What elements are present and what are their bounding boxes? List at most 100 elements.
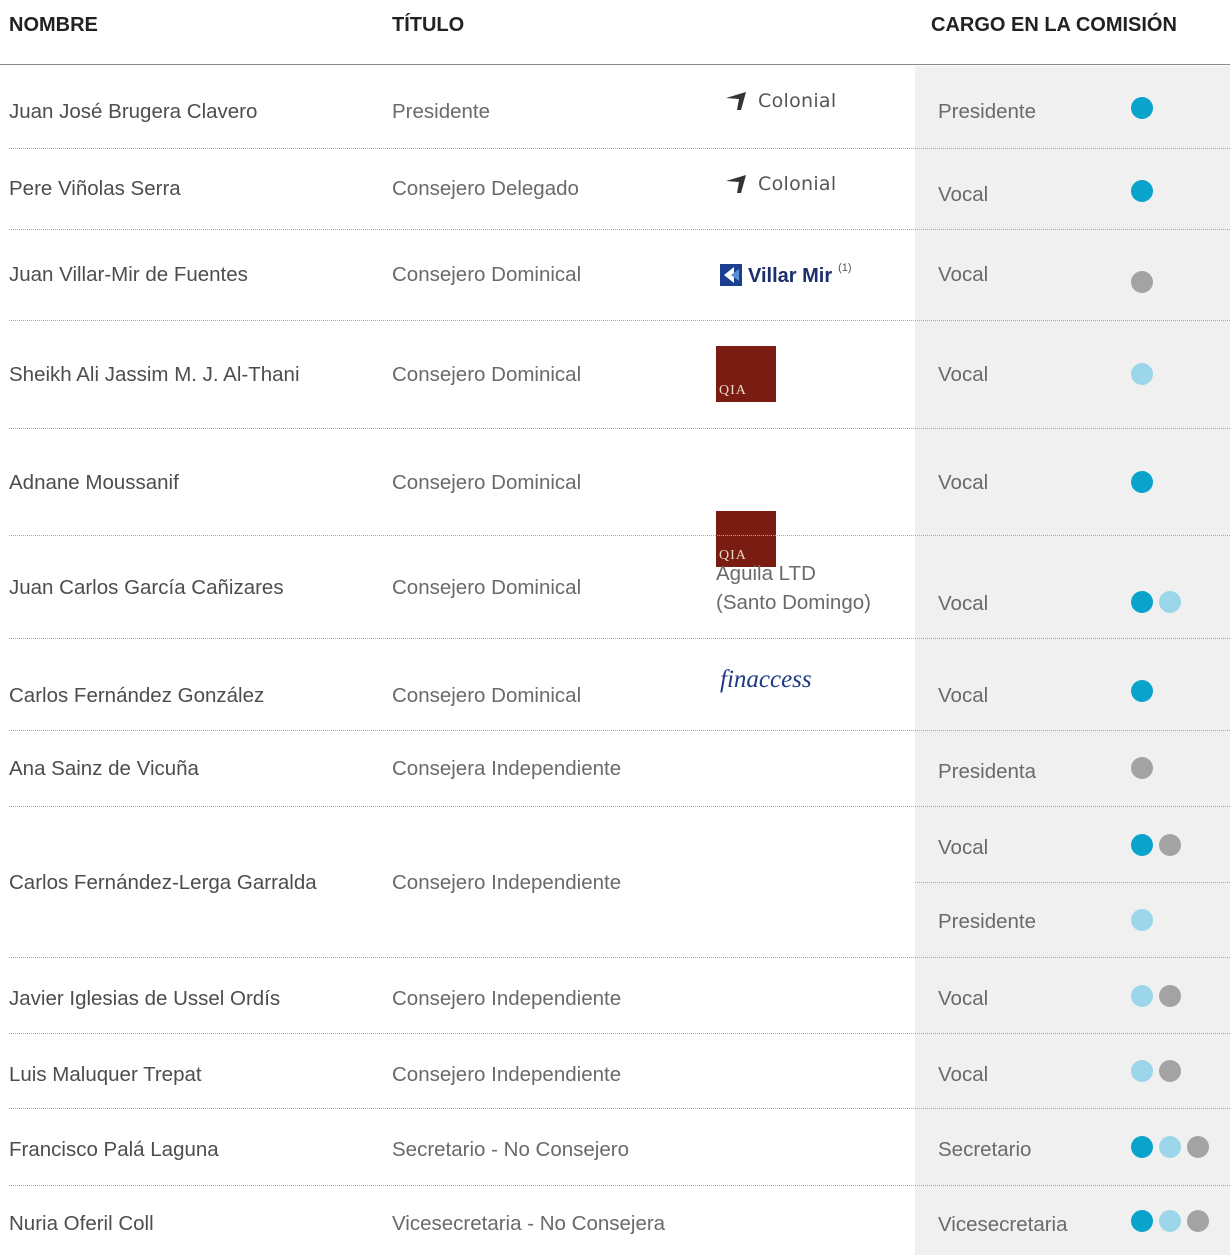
finaccess-tagline-mark [734, 692, 812, 701]
member-cargo: Vocal [938, 263, 989, 286]
member-title: Consejero Independiente [392, 1063, 622, 1086]
villar-mir-logo: Villar Mir (1) [720, 262, 852, 287]
member-title: Consejero Independiente [392, 987, 622, 1010]
shareholder-text: Aguila LTD (Santo Domingo) [716, 559, 906, 617]
committee-dot-gray [1159, 985, 1181, 1007]
committee-dot-dark-blue [1131, 471, 1153, 493]
row-divider [9, 428, 1230, 429]
committee-dot-light-blue [1131, 909, 1153, 931]
row-divider [9, 1185, 1230, 1186]
committee-dot-dark-blue [1131, 97, 1153, 119]
member-name: Javier Iglesias de Ussel Ordís [9, 987, 281, 1010]
dot-group [1131, 363, 1153, 385]
committee-table: NOMBRE TÍTULO CARGO EN LA COMISIÓN Juan … [0, 0, 1230, 1255]
member-cargo: Presidente [938, 100, 1037, 123]
member-cargo: Secretario [938, 1138, 1032, 1161]
member-title: Consejero Dominical [392, 363, 582, 386]
sub-row-divider [915, 882, 1230, 883]
dot-group [1131, 1136, 1209, 1158]
colonial-logo-text: Colonial [758, 173, 837, 195]
member-title: Secretario - No Consejero [392, 1138, 629, 1161]
villar-mir-logo-text: Villar Mir [748, 265, 833, 287]
qia-logo-text: QIA [719, 383, 747, 398]
row-divider [9, 806, 1230, 807]
committee-dot-gray [1187, 1136, 1209, 1158]
member-title: Consejero Independiente [392, 871, 622, 894]
committee-dot-gray [1159, 1060, 1181, 1082]
header-nombre: NOMBRE [9, 14, 98, 36]
committee-dot-light-blue [1159, 1210, 1181, 1232]
committee-dot-gray [1131, 757, 1153, 779]
member-cargo: Vocal [938, 183, 989, 206]
footnote-marker: (1) [838, 262, 852, 274]
villar-mir-mark-icon [720, 264, 742, 286]
member-title: Consejero Dominical [392, 471, 582, 494]
row-divider [9, 638, 1230, 639]
member-title: Consejero Dominical [392, 684, 582, 707]
member-title: Consejero Dominical [392, 263, 582, 286]
committee-dot-gray [1187, 1210, 1209, 1232]
dot-group [1131, 471, 1153, 493]
header-divider [0, 64, 1230, 65]
colonial-logo: Colonial [724, 90, 836, 112]
dot-group [1131, 1060, 1181, 1082]
member-cargo: Vicesecretaria [938, 1213, 1068, 1236]
dot-group [1131, 985, 1181, 1007]
row-divider [9, 535, 1230, 536]
committee-dot-gray [1131, 271, 1153, 293]
member-name: Luis Maluquer Trepat [9, 1063, 202, 1086]
colonial-logo-text: Colonial [758, 90, 837, 112]
colonial-mark-icon [726, 175, 746, 193]
dot-group [1131, 834, 1181, 856]
member-name: Ana Sainz de Vicuña [9, 757, 199, 780]
colonial-logo: Colonial [724, 173, 836, 195]
member-title: Consejera Independiente [392, 757, 622, 780]
dot-group [1131, 757, 1153, 779]
finaccess-logo: finaccess [720, 666, 812, 701]
member-cargo: Vocal [938, 1063, 989, 1086]
dot-group [1131, 909, 1153, 931]
member-title: Presidente [392, 100, 491, 123]
committee-dot-light-blue [1131, 1060, 1153, 1082]
member-cargo: Vocal [938, 836, 989, 859]
member-cargo: Vocal [938, 363, 989, 386]
shareholder-line: (Santo Domingo) [716, 591, 871, 614]
committee-dot-dark-blue [1131, 1210, 1153, 1232]
member-cargo: Vocal [938, 592, 989, 615]
member-cargo: Presidenta [938, 760, 1037, 783]
member-name: Adnane Moussanif [9, 471, 179, 494]
dot-group [1131, 1210, 1209, 1232]
member-name: Francisco Palá Laguna [9, 1138, 219, 1161]
dot-group [1131, 180, 1153, 202]
member-name: Juan Carlos García Cañizares [9, 576, 284, 599]
qia-logo: QIA [716, 346, 776, 402]
member-name: Nuria Oferil Coll [9, 1212, 154, 1235]
dot-group [1131, 680, 1153, 702]
member-name: Juan Villar-Mir de Fuentes [9, 263, 248, 286]
row-divider [9, 730, 1230, 731]
committee-dot-light-blue [1159, 591, 1181, 613]
member-name: Carlos Fernández González [9, 684, 265, 707]
member-cargo: Vocal [938, 987, 989, 1010]
shareholder-line: Aguila LTD [716, 562, 816, 585]
committee-dot-dark-blue [1131, 1136, 1153, 1158]
member-name: Juan José Brugera Clavero [9, 100, 258, 123]
committee-dot-dark-blue [1131, 591, 1153, 613]
row-divider [9, 148, 1230, 149]
row-divider [9, 1108, 1230, 1109]
member-name: Sheikh Ali Jassim M. J. Al-Thani [9, 363, 300, 386]
committee-dot-light-blue [1131, 363, 1153, 385]
committee-dot-dark-blue [1131, 180, 1153, 202]
committee-dot-dark-blue [1131, 680, 1153, 702]
row-divider [9, 1033, 1230, 1034]
committee-dot-light-blue [1131, 985, 1153, 1007]
dot-group [1131, 97, 1153, 119]
finaccess-logo-text: finaccess [720, 666, 812, 693]
committee-dot-gray [1159, 834, 1181, 856]
header-cargo: CARGO EN LA COMISIÓN [931, 14, 1177, 36]
header-titulo: TÍTULO [392, 14, 465, 36]
row-divider [9, 320, 1230, 321]
dot-group [1131, 271, 1153, 293]
committee-dot-dark-blue [1131, 834, 1153, 856]
member-title: Vicesecretaria - No Consejera [392, 1212, 666, 1235]
